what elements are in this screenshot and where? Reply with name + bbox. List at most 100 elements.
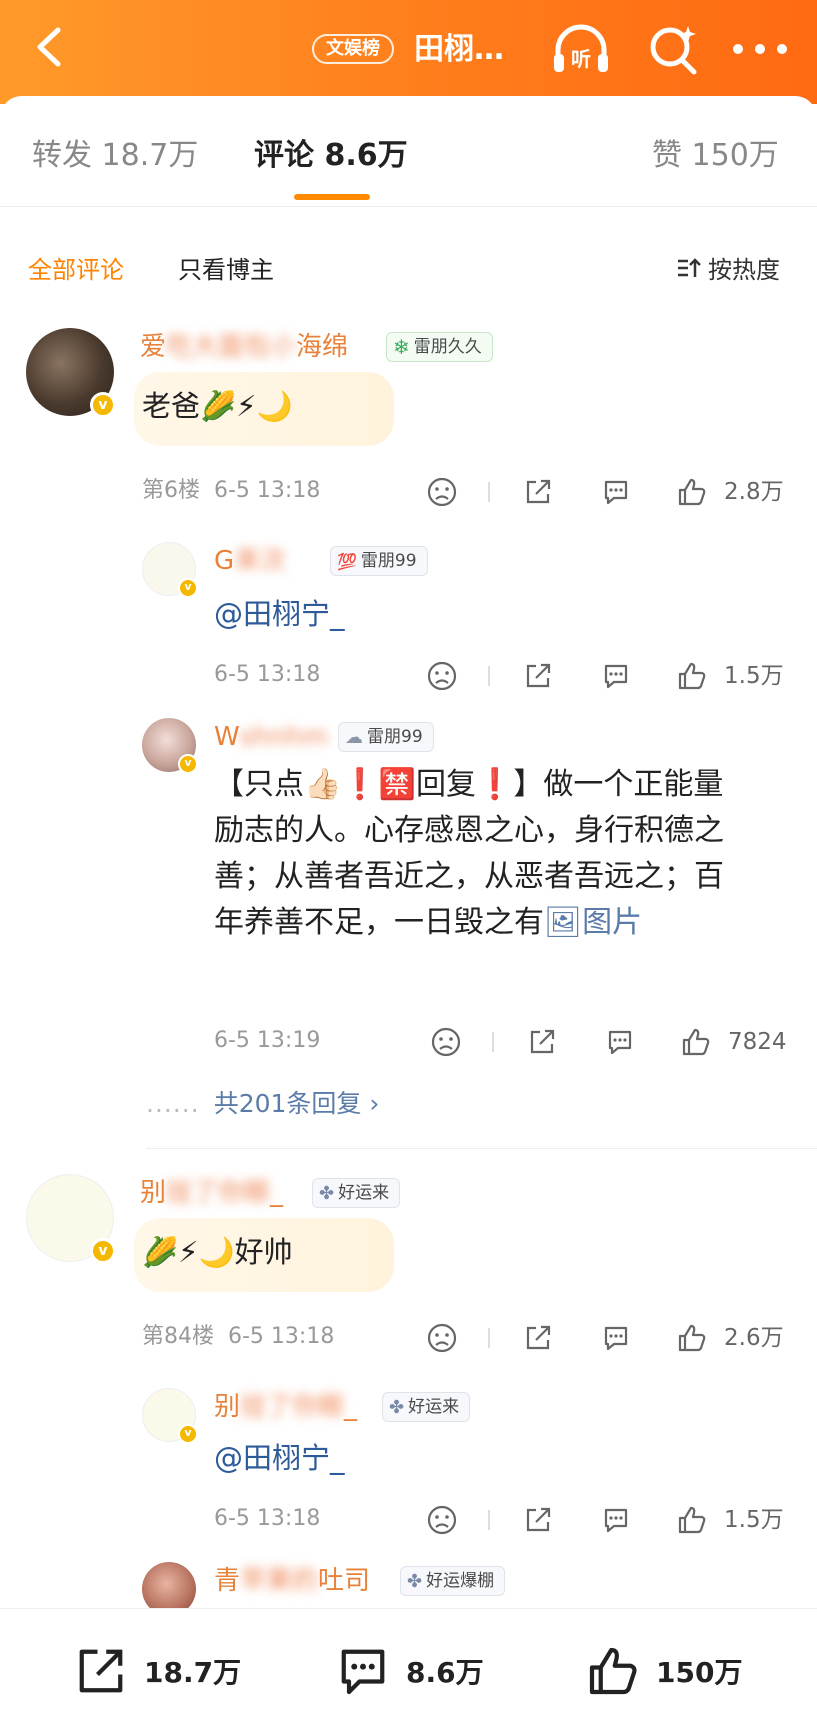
top-bar: 文娱榜 田栩… 听 xyxy=(0,0,817,104)
verified-icon: v xyxy=(178,1424,198,1444)
dislike-face-icon[interactable] xyxy=(426,1504,458,1536)
share-icon[interactable] xyxy=(522,1504,554,1536)
separator xyxy=(488,666,490,686)
tab-likes[interactable]: 赞 150万 xyxy=(652,136,779,176)
comment-text[interactable]: @田栩宁_ xyxy=(214,592,345,636)
comment-button[interactable]: 8.6万 xyxy=(334,1641,484,1701)
category-tag[interactable]: 文娱榜 xyxy=(312,34,394,64)
like-icon xyxy=(589,1647,637,1695)
username[interactable]: 别挂了你眼_ xyxy=(140,1176,283,1210)
more-replies-link[interactable]: ...... 共201条回复 › xyxy=(146,1084,379,1120)
comment-text: 🌽⚡🌙好帅 xyxy=(142,1235,293,1269)
repost-button[interactable]: 18.7万 xyxy=(72,1641,241,1701)
like-icon[interactable] xyxy=(676,476,708,508)
dislike-face-icon[interactable] xyxy=(426,1322,458,1354)
listen-label: 听 xyxy=(571,47,591,71)
like-icon[interactable] xyxy=(676,1322,708,1354)
divider xyxy=(0,206,817,207)
comment-icon[interactable] xyxy=(600,660,632,692)
fan-badge[interactable]: ✤ 好运来 xyxy=(312,1178,401,1208)
comment-actions: 1.5万 xyxy=(420,1500,800,1540)
avatar[interactable]: v xyxy=(142,718,198,774)
comment-icon[interactable] xyxy=(604,1026,636,1058)
comment-meta: 第6楼 6-5 13:18 xyxy=(142,478,321,503)
like-count: 7824 xyxy=(728,1029,787,1055)
avatar[interactable]: v xyxy=(142,1388,198,1444)
share-icon[interactable] xyxy=(522,1322,554,1354)
verified-icon: v xyxy=(90,1238,116,1264)
comment-actions: 7824 xyxy=(420,1022,800,1062)
username[interactable]: 爱吃大面包小海绵 xyxy=(140,330,348,364)
comment-text: 老爸🌽⚡🌙 xyxy=(142,389,293,423)
search-icon[interactable] xyxy=(646,22,702,78)
separator xyxy=(488,1328,490,1348)
snowflake-icon: ❄ xyxy=(393,334,410,359)
sort-label: 按热度 xyxy=(708,256,780,284)
dislike-face-icon[interactable] xyxy=(426,660,458,692)
separator xyxy=(488,1510,490,1530)
like-icon[interactable] xyxy=(676,660,708,692)
share-icon[interactable] xyxy=(522,660,554,692)
filter-owner-only[interactable]: 只看博主 xyxy=(178,250,274,285)
dislike-face-icon[interactable] xyxy=(430,1026,462,1058)
fan-badge[interactable]: ✤ 好运爆棚 xyxy=(400,1566,506,1596)
like-button[interactable]: 150万 xyxy=(584,1641,742,1701)
share-icon xyxy=(79,1649,123,1693)
fan-badge[interactable]: ✤ 好运来 xyxy=(382,1392,471,1422)
page-title: 田栩… xyxy=(414,32,504,67)
username[interactable]: 别挂了你眼_ xyxy=(214,1390,357,1424)
comment-icon[interactable] xyxy=(600,476,632,508)
divider xyxy=(146,1148,817,1149)
dislike-face-icon[interactable] xyxy=(426,476,458,508)
username[interactable]: G来次 xyxy=(214,544,286,578)
headphones-icon[interactable]: 听 xyxy=(550,20,612,78)
fan-badge[interactable]: ☁ 雷朋99 xyxy=(338,722,434,752)
like-icon[interactable] xyxy=(676,1504,708,1536)
comment-actions: 1.5万 xyxy=(420,656,800,696)
filter-all-comments[interactable]: 全部评论 xyxy=(28,250,124,285)
comment-count: 8.6万 xyxy=(406,1656,484,1689)
comment-meta: 第84楼 6-5 13:18 xyxy=(142,1324,335,1349)
hundred-icon: 💯 xyxy=(337,551,357,571)
more-icon[interactable] xyxy=(728,36,792,62)
comment-text: 【只点👍🏻❗🈲回复❗】做一个正能量励志的人。心存感恩之心，身行积德之善；从善者吾… xyxy=(214,767,724,940)
comment-time: 6-5 13:19 xyxy=(214,1028,321,1053)
share-icon[interactable] xyxy=(522,476,554,508)
back-arrow-icon[interactable] xyxy=(26,22,76,72)
repost-count: 18.7万 xyxy=(144,1656,242,1689)
tab-strip: 转发 18.7万 评论 8.6万 赞 150万 xyxy=(0,96,817,206)
separator xyxy=(488,482,490,502)
avatar[interactable]: v xyxy=(26,1174,116,1264)
fan-badge[interactable]: 💯 雷朋99 xyxy=(330,546,428,576)
avatar[interactable]: v xyxy=(26,328,116,418)
verified-icon: v xyxy=(178,578,198,598)
username[interactable]: Wshnhm xyxy=(214,720,328,754)
sort-icon xyxy=(678,257,701,277)
sort-button[interactable]: 按热度 xyxy=(676,250,780,285)
like-icon[interactable] xyxy=(680,1026,712,1058)
like-count: 150万 xyxy=(656,1656,743,1689)
fan-badge[interactable]: ❄ 雷朋久久 xyxy=(386,332,493,362)
separator xyxy=(492,1032,494,1052)
comment-icon xyxy=(341,1649,385,1695)
active-tab-indicator xyxy=(294,194,370,200)
comment-icon[interactable] xyxy=(600,1504,632,1536)
tab-repost[interactable]: 转发 18.7万 xyxy=(32,136,198,176)
bottom-action-bar: 18.7万 8.6万 150万 xyxy=(0,1608,817,1732)
tab-comments[interactable]: 评论 8.6万 xyxy=(254,136,408,176)
clover-icon: ✤ xyxy=(389,1396,405,1418)
like-count: 2.8万 xyxy=(724,479,784,505)
like-count: 1.5万 xyxy=(724,1507,784,1533)
comment-text[interactable]: @田栩宁_ xyxy=(214,1436,345,1480)
username[interactable]: 青苹果的吐司 xyxy=(214,1564,370,1598)
comment-time: 6-5 13:18 xyxy=(214,1506,321,1531)
comment-icon[interactable] xyxy=(600,1322,632,1354)
like-count: 1.5万 xyxy=(724,663,784,689)
like-count: 2.6万 xyxy=(724,1325,784,1351)
clover-icon: ✤ xyxy=(407,1570,423,1592)
verified-icon: v xyxy=(90,392,116,418)
avatar[interactable]: v xyxy=(142,542,198,598)
image-link[interactable]: 🖼图片 xyxy=(544,905,642,940)
comment-actions: 2.8万 xyxy=(420,472,800,512)
share-icon[interactable] xyxy=(526,1026,558,1058)
